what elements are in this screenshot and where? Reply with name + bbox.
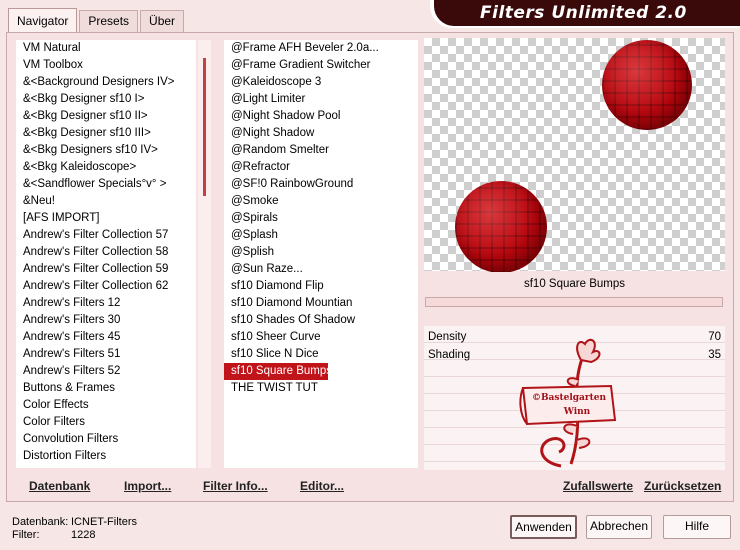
filter-item[interactable]: @Night Shadow [224, 125, 418, 142]
import-button[interactable]: Import... [124, 479, 171, 493]
category-item[interactable]: Convolution Filters [16, 431, 196, 448]
filter-list[interactable]: @Frame AFH Beveler 2.0a... @Frame Gradien… [224, 40, 418, 468]
title-banner: Filters Unlimited 2.0 [430, 0, 740, 28]
random-values-button[interactable]: Zufallswerte [563, 479, 633, 493]
database-label: Datenbank: [12, 516, 69, 528]
category-item[interactable]: &<Bkg Designers sf10 IV> [16, 142, 196, 159]
filter-item[interactable]: @Frame AFH Beveler 2.0a... [224, 40, 418, 57]
filter-item[interactable]: THE TWIST TUT [224, 380, 418, 397]
category-item[interactable]: &<Sandflower Specials°v° > [16, 176, 196, 193]
param-shading-label: Shading [428, 349, 471, 361]
category-list[interactable]: VM Natural VM Toolbox &<Background Designe… [16, 40, 196, 468]
filter-item[interactable]: @Splish [224, 244, 418, 261]
filter-item-selected[interactable]: sf10 Square Bumps [224, 363, 332, 380]
tab-about[interactable]: Über [140, 10, 185, 32]
help-button[interactable]: Hilfe [663, 515, 731, 539]
category-item[interactable]: Andrew's Filters 51 [16, 346, 196, 363]
category-item[interactable]: VM Toolbox [16, 57, 196, 74]
filter-item[interactable]: sf10 Shades Of Shadow [224, 312, 418, 329]
category-item[interactable]: Color Effects [16, 397, 196, 414]
filter-item[interactable]: @Light Limiter [224, 91, 418, 108]
category-item[interactable]: [AFS IMPORT] [16, 210, 196, 227]
apply-button[interactable]: Anwenden [510, 515, 577, 539]
status-area: Datenbank: ICNET-Filters Filter: 1228 [12, 516, 137, 542]
filter-item[interactable]: sf10 Sheer Curve [224, 329, 418, 346]
filter-item[interactable]: @Refractor [224, 159, 418, 176]
progress-bar [425, 297, 723, 307]
filter-item[interactable]: sf10 Diamond Flip [224, 278, 418, 295]
category-item[interactable]: &<Background Designers IV> [16, 74, 196, 91]
category-item[interactable]: VM Natural [16, 40, 196, 57]
category-item[interactable]: Andrew's Filter Collection 62 [16, 278, 196, 295]
category-item[interactable]: Buttons & Frames [16, 380, 196, 397]
reset-button[interactable]: Zurücksetzen [644, 479, 721, 493]
filter-info-button[interactable]: Filter Info... [203, 479, 268, 493]
category-item[interactable]: Andrew's Filter Collection 57 [16, 227, 196, 244]
filter-item[interactable]: sf10 Slice N Dice [224, 346, 418, 363]
category-item[interactable]: Distortion Filters [16, 448, 196, 465]
database-value: ICNET-Filters [71, 516, 137, 528]
category-item[interactable]: Color Filters [16, 414, 196, 431]
category-item[interactable]: Andrew's Filters 12 [16, 295, 196, 312]
preview-sphere-large [602, 40, 692, 130]
filter-item[interactable]: @SF!0 RainbowGround [224, 176, 418, 193]
category-item[interactable]: Andrew's Filters 30 [16, 312, 196, 329]
watermark-flower-logo: ©Bastelgarten Winn [519, 338, 617, 468]
app-title: Filters Unlimited 2.0 [480, 3, 687, 23]
parameter-panel: Density 70 Shading 35 ©Bastelgarten Winn [424, 326, 725, 470]
preview-image [424, 38, 725, 273]
filter-item[interactable]: @Smoke [224, 193, 418, 210]
filter-item[interactable]: @Sun Raze... [224, 261, 418, 278]
category-item[interactable]: &<Bkg Designer sf10 I> [16, 91, 196, 108]
filter-item[interactable]: @Frame Gradient Switcher [224, 57, 418, 74]
category-item[interactable]: &<Bkg Kaleidoscope> [16, 159, 196, 176]
filter-item[interactable]: @Spirals [224, 210, 418, 227]
category-item[interactable]: Andrew's Filter Collection 59 [16, 261, 196, 278]
param-density-value: 70 [708, 331, 721, 343]
category-item[interactable]: Andrew's Filters 45 [16, 329, 196, 346]
watermark-text-line1: ©Bastelgarten [532, 393, 607, 403]
selected-filter-name: sf10 Square Bumps [424, 272, 725, 296]
tab-presets[interactable]: Presets [79, 10, 139, 32]
filter-count-label: Filter: [12, 529, 40, 541]
editor-button[interactable]: Editor... [300, 479, 344, 493]
category-item[interactable]: &<Bkg Designer sf10 III> [16, 125, 196, 142]
category-scrollbar[interactable] [198, 40, 211, 468]
watermark-text-line2: Winn [563, 407, 591, 417]
tab-navigator[interactable]: Navigator [8, 8, 78, 32]
filter-item[interactable]: @Night Shadow Pool [224, 108, 418, 125]
category-item[interactable]: &<Bkg Designer sf10 II> [16, 108, 196, 125]
filter-count-value: 1228 [71, 529, 96, 541]
category-item[interactable]: &Neu! [16, 193, 196, 210]
filter-item[interactable]: @Splash [224, 227, 418, 244]
scrollbar-thumb[interactable] [203, 58, 206, 196]
cancel-button[interactable]: Abbrechen [586, 515, 652, 539]
param-shading-value: 35 [708, 349, 721, 361]
filter-item[interactable]: @Random Smelter [224, 142, 418, 159]
category-item[interactable]: Andrew's Filters 52 [16, 363, 196, 380]
param-density-label: Density [428, 331, 467, 343]
filter-item[interactable]: sf10 Diamond Mountian [224, 295, 418, 312]
category-item[interactable]: Andrew's Filter Collection 58 [16, 244, 196, 261]
filter-item[interactable]: @Kaleidoscope 3 [224, 74, 418, 91]
preview-sphere-small [455, 181, 547, 273]
tab-bar: Navigator Presets Über [8, 8, 186, 32]
database-button[interactable]: Datenbank [29, 479, 90, 493]
